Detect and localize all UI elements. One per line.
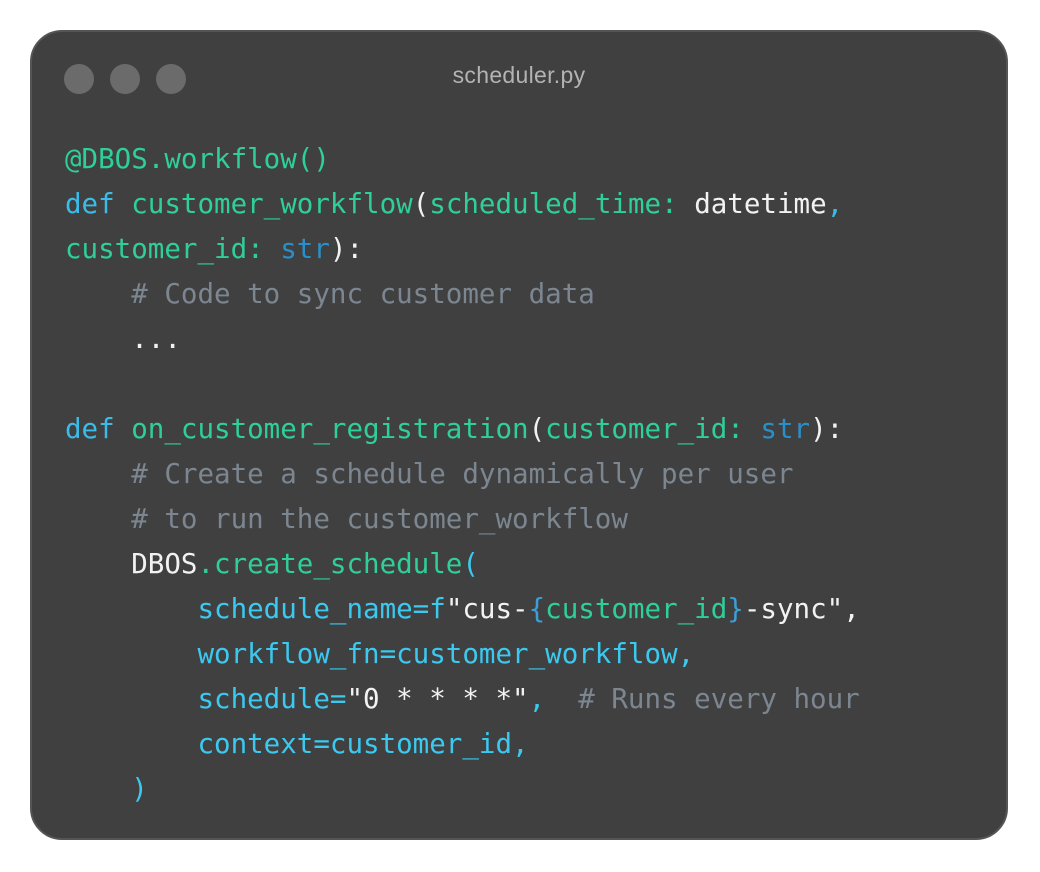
code-block: @DBOS.workflow() def customer_workflow(sc… [65, 137, 860, 812]
code-token: { [528, 593, 546, 625]
code-line: # Code to sync customer data [65, 272, 860, 317]
code-token: "0 * * * *" [346, 683, 529, 715]
code-token: customer_id [545, 593, 728, 625]
code-token: schedule_name=f [65, 593, 446, 625]
code-token: : [727, 413, 761, 445]
code-token: @DBOS.workflow() [65, 143, 330, 175]
code-line: customer_id: str): [65, 227, 860, 272]
code-token: str [280, 233, 330, 265]
code-token: , [826, 188, 844, 220]
code-token: # Create a schedule dynamically per user [65, 458, 794, 490]
code-token: : [661, 188, 695, 220]
code-token: ( [462, 548, 479, 580]
code-token: } [727, 593, 744, 625]
code-token: def [65, 413, 132, 445]
code-token: customer_id [545, 413, 728, 445]
code-token: .create_schedule [197, 548, 463, 580]
code-line: workflow_fn=customer_workflow, [65, 632, 860, 677]
code-line: ) [65, 767, 860, 812]
code-line: schedule_name=f"cus-{customer_id}-sync", [65, 587, 860, 632]
code-token: str [760, 413, 811, 445]
code-token: "cus- [445, 593, 529, 625]
code-line: context=customer_id, [65, 722, 860, 767]
code-token: datetime [694, 188, 827, 220]
code-line: DBOS.create_schedule( [65, 542, 860, 587]
code-line: ... [65, 317, 860, 362]
code-token: customer_workflow [131, 188, 413, 220]
code-line: # to run the customer_workflow [65, 497, 860, 542]
code-token: ) [65, 773, 148, 805]
code-line: @DBOS.workflow() [65, 137, 860, 182]
code-token: ... [65, 323, 181, 355]
window-title: scheduler.py [452, 62, 586, 88]
code-token: ( [528, 413, 546, 445]
code-line: def customer_workflow(scheduled_time: da… [65, 182, 860, 227]
code-token: ): [810, 413, 844, 445]
code-line: schedule="0 * * * *", # Runs every hour [65, 677, 860, 722]
code-token: # Code to sync customer data [65, 278, 595, 310]
code-token: , [528, 683, 579, 715]
code-token: # to run the customer_workflow [65, 503, 628, 535]
code-window: scheduler.py @DBOS.workflow() def custome… [30, 30, 1008, 840]
code-token: schedule= [65, 683, 347, 715]
code-token: DBOS [65, 548, 198, 580]
code-line: # Create a schedule dynamically per user [65, 452, 860, 497]
code-token: ( [412, 188, 430, 220]
code-token: def [65, 188, 132, 220]
code-token: customer_id [65, 233, 248, 265]
code-token: # Runs every hour [578, 683, 860, 715]
code-token: workflow_fn=customer_workflow, [65, 638, 695, 670]
code-token: ): [329, 233, 364, 265]
code-token: on_customer_registration [131, 413, 529, 445]
code-line: def on_customer_registration(customer_id… [65, 407, 860, 452]
code-token: scheduled_time [429, 188, 662, 220]
code-token: -sync", [743, 593, 860, 625]
code-token: context=customer_id, [65, 728, 529, 760]
code-token: : [247, 233, 281, 265]
